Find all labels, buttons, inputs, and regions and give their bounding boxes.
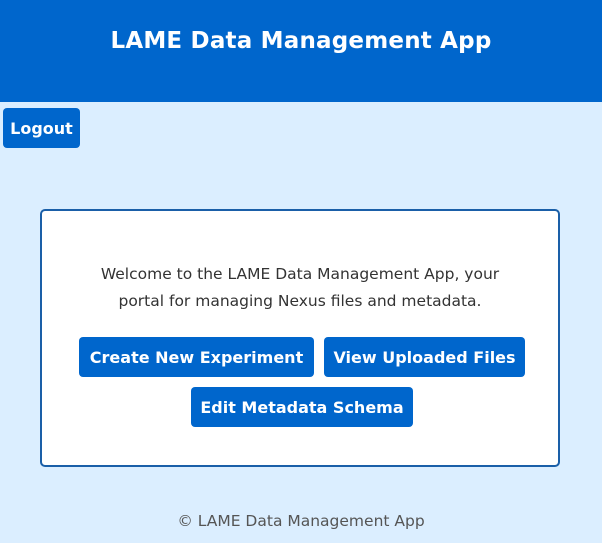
welcome-message: Welcome to the LAME Data Management App,… <box>42 261 558 315</box>
footer-copyright: © LAME Data Management App <box>177 512 425 530</box>
app-header: LAME Data Management App <box>0 0 602 102</box>
app-title: LAME Data Management App <box>110 28 492 54</box>
create-new-experiment-button[interactable]: Create New Experiment <box>79 337 314 377</box>
welcome-line-2: portal for managing Nexus files and meta… <box>118 292 482 310</box>
view-uploaded-files-button[interactable]: View Uploaded Files <box>324 337 525 377</box>
welcome-card: Welcome to the LAME Data Management App,… <box>40 209 560 467</box>
logout-button[interactable]: Logout <box>3 108 80 148</box>
welcome-line-1: Welcome to the LAME Data Management App,… <box>100 265 500 283</box>
edit-metadata-schema-button[interactable]: Edit Metadata Schema <box>191 387 413 427</box>
